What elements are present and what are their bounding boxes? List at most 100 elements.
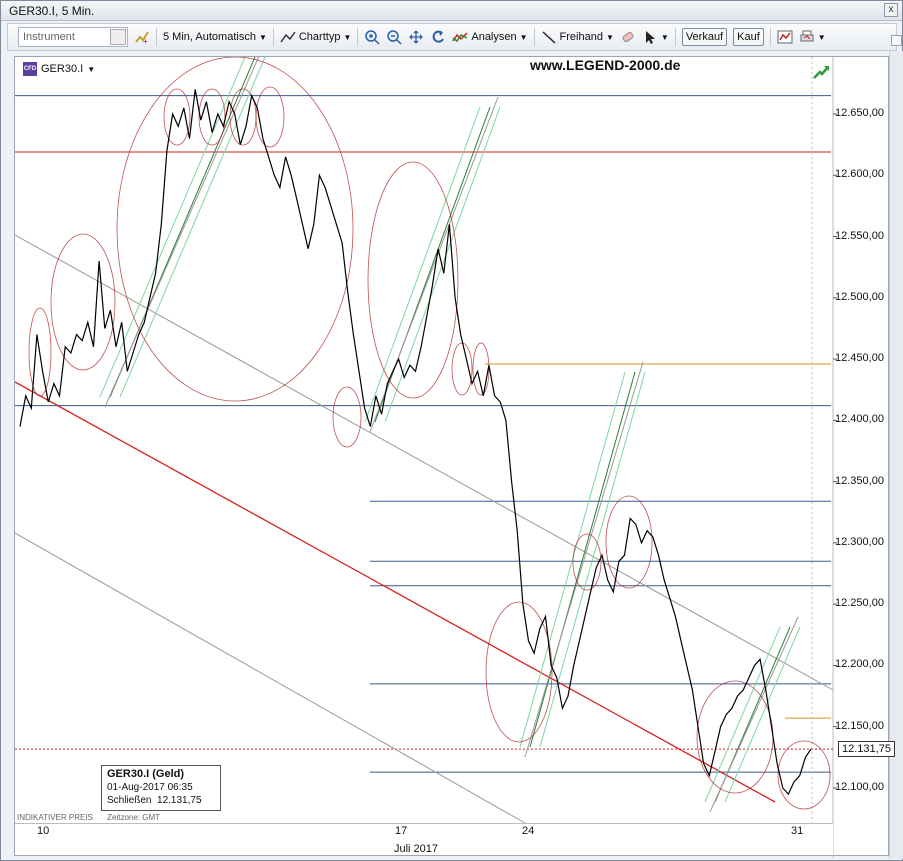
instrument-input[interactable]: Instrument (18, 27, 128, 47)
last-price-badge: 12.131,75 (838, 741, 895, 757)
analysen-label: Analysen (471, 31, 517, 43)
charttype-label: Charttyp (298, 31, 341, 43)
toolbar-separator (357, 28, 359, 46)
freihand-dropdown[interactable]: Freihand ▼ (541, 29, 614, 45)
brand-watermark: www.LEGEND-2000.de (530, 57, 681, 73)
analysis-circle (116, 57, 354, 402)
window-title: GER30.I, 5 Min. (9, 4, 95, 18)
toolbar-separator (533, 28, 535, 46)
channel-line (99, 57, 246, 398)
y-tick-label: 12.400,00 (835, 413, 884, 426)
chevron-down-icon: ▼ (87, 64, 96, 74)
chevron-down-icon: ▼ (605, 32, 614, 42)
print-icon (800, 30, 814, 42)
svg-text:+: + (143, 37, 148, 45)
toolbar-separator (769, 28, 771, 46)
toolbar-separator (272, 28, 274, 46)
y-tick-label: 12.150,00 (835, 719, 884, 732)
trend-line-grey (15, 234, 834, 691)
analysis-circle (605, 495, 653, 589)
verkauf-button[interactable]: Verkauf (681, 28, 728, 46)
y-tick-label: 12.100,00 (835, 781, 884, 793)
channel-line (524, 361, 644, 758)
kauf-button[interactable]: Kauf (733, 28, 764, 46)
chevron-down-icon: ▼ (660, 32, 669, 42)
y-tick-label: 12.250,00 (835, 597, 884, 610)
y-tick-label: 12.300,00 (835, 535, 884, 548)
tooltip-close-label: Schließen (107, 795, 152, 806)
y-tick-label: 12.650,00 (835, 107, 884, 119)
y-tick-label: 12.600,00 (835, 168, 884, 181)
y-tick-label: 12.350,00 (835, 474, 884, 487)
interval-dropdown[interactable]: 5 Min, Automatisch ▼ (163, 31, 267, 43)
symbol-selector[interactable]: CFD GER30.I ▼ (23, 62, 95, 76)
month-label: Juli 2017 (394, 843, 439, 855)
chart-settings-icon[interactable] (777, 29, 793, 45)
footer-note: INDIKATIVER PREIS Zeitzone: GMT (17, 813, 160, 822)
tooltip-close-value: 12.131,75 (157, 795, 202, 806)
y-tick-label: 12.500,00 (835, 290, 884, 303)
instrument-lookup-icon[interactable] (110, 29, 126, 45)
eraser-icon[interactable] (620, 29, 636, 45)
channel-line (704, 626, 781, 803)
tooltip-title: GER30.I (Geld) (107, 768, 185, 780)
x-tick-label: 24 (522, 825, 535, 837)
chevron-down-icon: ▼ (519, 32, 528, 42)
data-tooltip: GER30.I (Geld) 01-Aug-2017 06:35 Schließ… (101, 765, 221, 811)
tooltip-datetime: 01-Aug-2017 06:35 (107, 782, 193, 793)
channel-line (364, 106, 481, 423)
title-bar: GER30.I, 5 Min. x (1, 1, 902, 21)
chevron-down-icon: ▼ (343, 32, 352, 42)
tooltip-close-row: Schließen 12.131,75 (107, 794, 215, 807)
analysis-circle (367, 161, 459, 399)
draw-line-icon (542, 31, 556, 44)
toolbar: Instrument + 5 Min, Automatisch ▼ Chartty… (7, 23, 897, 51)
y-tick-label: 12.550,00 (835, 229, 884, 242)
analysis-circle (332, 386, 362, 448)
interval-label: 5 Min, Automatisch (163, 31, 256, 43)
channel-line (369, 96, 499, 433)
x-tick-label: 10 (37, 825, 50, 837)
add-indicator-icon[interactable]: + (134, 29, 150, 45)
zoom-out-icon[interactable] (386, 29, 402, 45)
channel-line (384, 106, 501, 423)
analysis-icon (452, 32, 468, 43)
channel-line (529, 371, 636, 748)
charttype-dropdown[interactable]: Charttyp ▼ (280, 29, 352, 45)
chart-canvas[interactable] (15, 57, 890, 857)
refresh-icon[interactable] (430, 29, 446, 45)
trend-line-red (15, 381, 776, 803)
x-tick-label: 17 (395, 825, 408, 837)
x-tick-label: 31 (791, 825, 804, 837)
close-icon[interactable]: x (884, 3, 898, 17)
restore-icon[interactable] (891, 35, 902, 46)
analysis-circle (198, 88, 226, 146)
channel-line (539, 371, 646, 748)
price-series-line (19, 89, 812, 796)
analysis-circle (50, 233, 116, 371)
symbol-label: GER30.I (41, 63, 84, 75)
right-edge-panel (889, 35, 903, 859)
cursor-icon (645, 31, 655, 44)
zoom-in-icon[interactable] (364, 29, 380, 45)
chevron-down-icon: ▼ (817, 32, 826, 42)
trend-line-grey (15, 532, 526, 824)
toolbar-separator (156, 28, 157, 46)
indikativer-preis-label: INDIKATIVER PREIS (17, 813, 93, 822)
analysen-dropdown[interactable]: Analysen ▼ (452, 29, 528, 45)
line-chart-icon (280, 31, 296, 43)
trend-up-icon[interactable] (812, 63, 830, 81)
chevron-down-icon: ▼ (258, 32, 267, 42)
fit-screen-icon[interactable] (408, 29, 424, 45)
chart-window: GER30.I, 5 Min. x Instrument + 5 Min, Au… (0, 0, 903, 861)
freihand-label: Freihand (559, 31, 603, 43)
price-chart[interactable]: CFD GER30.I ▼ www.LEGEND-2000.de GER30.I… (14, 56, 895, 857)
analysis-circle (777, 740, 831, 810)
toolbar-separator (674, 28, 676, 46)
timezone-label: Zeitzone: GMT (107, 813, 161, 822)
print-dropdown[interactable]: ▼ (799, 29, 826, 45)
y-tick-label: 12.200,00 (835, 658, 884, 671)
y-tick-label: 12.450,00 (835, 352, 884, 365)
cfd-icon: CFD (23, 62, 37, 76)
cursor-dropdown[interactable]: ▼ (642, 29, 669, 45)
